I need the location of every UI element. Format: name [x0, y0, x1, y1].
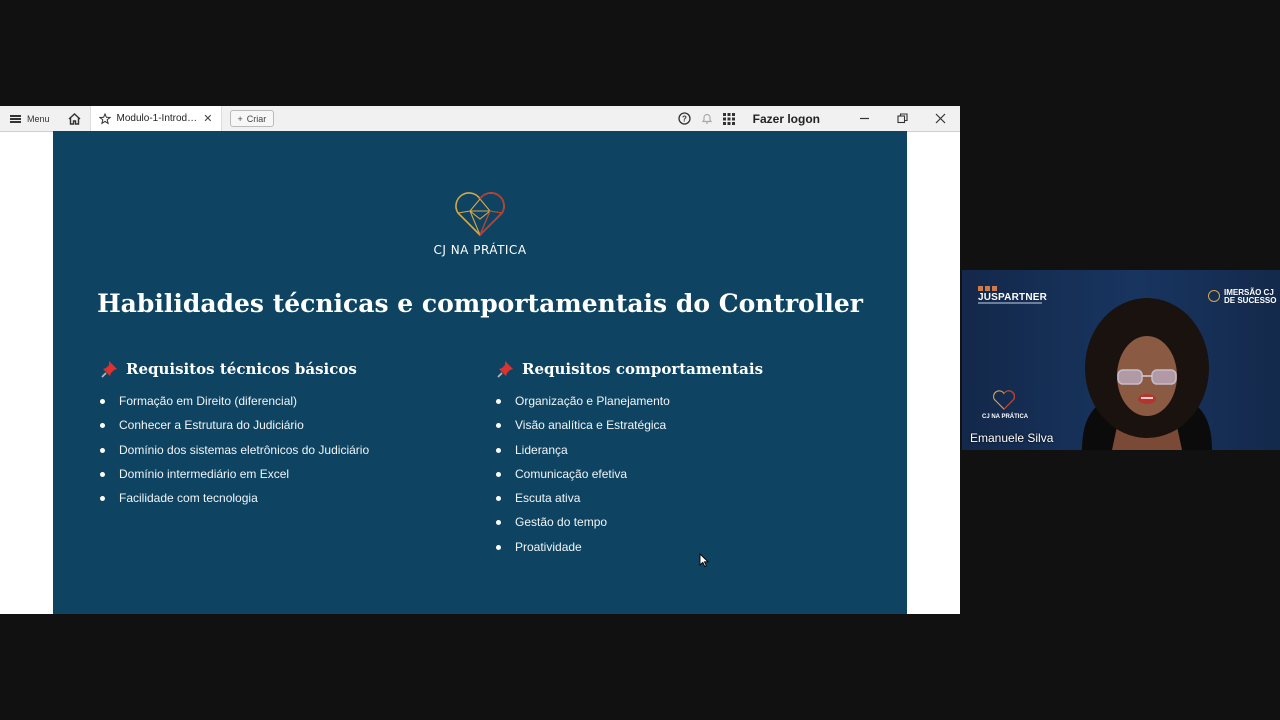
minimize-button[interactable] [850, 113, 878, 124]
document-tab[interactable]: Modulo-1-Introduca... ✕ [89, 106, 222, 131]
star-icon[interactable] [98, 112, 111, 125]
plus-icon: + [237, 113, 243, 124]
help-icon[interactable]: ? [678, 112, 691, 125]
list-item: Liderança [496, 438, 763, 462]
technical-requirements-heading: Requisitos técnicos básicos [100, 359, 369, 379]
pushpin-icon [101, 361, 117, 378]
restore-button[interactable] [888, 113, 916, 124]
list-item: Escuta ativa [496, 486, 763, 510]
technical-requirements-column: Requisitos técnicos básicos Formação em … [100, 359, 369, 510]
bell-icon[interactable] [701, 112, 713, 125]
home-icon [68, 112, 81, 125]
list-item: Comunicação efetiva [496, 462, 763, 486]
participant-name: Emanuele Silva [970, 431, 1054, 445]
list-item: Facilidade com tecnologia [100, 486, 369, 510]
participant-video-feed [1082, 298, 1212, 450]
apps-grid-icon[interactable] [722, 112, 735, 125]
svg-text:?: ? [682, 115, 687, 124]
toolbar-right-tools: ? Fazer logon [678, 112, 960, 126]
hamburger-icon [10, 114, 21, 123]
close-tab-icon[interactable]: ✕ [203, 112, 212, 125]
behavioral-heading-text: Requisitos comportamentais [522, 360, 764, 378]
home-button[interactable] [60, 106, 90, 131]
tab-title: Modulo-1-Introduca... [116, 113, 198, 124]
slide-brand-name: CJ NA PRÁTICA [433, 243, 527, 257]
presentation-app-window: Menu Modulo-1-Introduca... ✕ + Criar ? F… [0, 106, 960, 614]
technical-heading-text: Requisitos técnicos básicos [126, 360, 357, 378]
technical-requirements-list: Formação em Direito (diferencial) Conhec… [100, 389, 369, 510]
juspartner-tagline-bar [978, 302, 1042, 304]
minimize-icon [859, 117, 869, 120]
logon-link[interactable]: Fazer logon [753, 112, 820, 126]
juspartner-logo-icon [978, 286, 997, 291]
create-button[interactable]: + Criar [229, 110, 275, 127]
slide-title: Habilidades técnicas e comportamentais d… [97, 289, 863, 318]
behavioral-requirements-list: Organização e Planejamento Visão analíti… [496, 389, 763, 559]
presentation-slide: CJ NA PRÁTICA Habilidades técnicas e com… [53, 131, 907, 614]
list-item: Proatividade [496, 535, 763, 559]
behavioral-requirements-column: Requisitos comportamentais Organização e… [496, 359, 763, 559]
list-item: Domínio intermediário em Excel [100, 462, 369, 486]
list-item: Gestão do tempo [496, 510, 763, 534]
menu-button[interactable]: Menu [0, 106, 60, 131]
restore-icon [896, 113, 908, 124]
behavioral-requirements-heading: Requisitos comportamentais [496, 359, 763, 379]
close-window-button[interactable] [926, 113, 954, 124]
participant-video-tile[interactable]: JUSPARTNER IMERSÃO CJ DE SUCESSO CJ NA P… [962, 270, 1280, 450]
close-icon [935, 113, 945, 124]
create-label: Criar [246, 113, 267, 124]
cam-brand-name: CJ NA PRÁTICA [982, 414, 1029, 420]
heart-logo-icon [455, 192, 505, 237]
list-item: Visão analítica e Estratégica [496, 413, 763, 437]
app-toolbar: Menu Modulo-1-Introduca... ✕ + Criar ? F… [0, 106, 960, 132]
menu-label: Menu [27, 113, 50, 124]
list-item: Conhecer a Estrutura do Judiciário [100, 413, 369, 437]
list-item: Formação em Direito (diferencial) [100, 389, 369, 413]
list-item: Domínio dos sistemas eletrônicos do Judi… [100, 438, 369, 462]
mouse-cursor-icon [699, 553, 709, 567]
pushpin-icon [497, 361, 513, 378]
heart-logo-icon [993, 390, 1015, 410]
list-item: Organização e Planejamento [496, 389, 763, 413]
